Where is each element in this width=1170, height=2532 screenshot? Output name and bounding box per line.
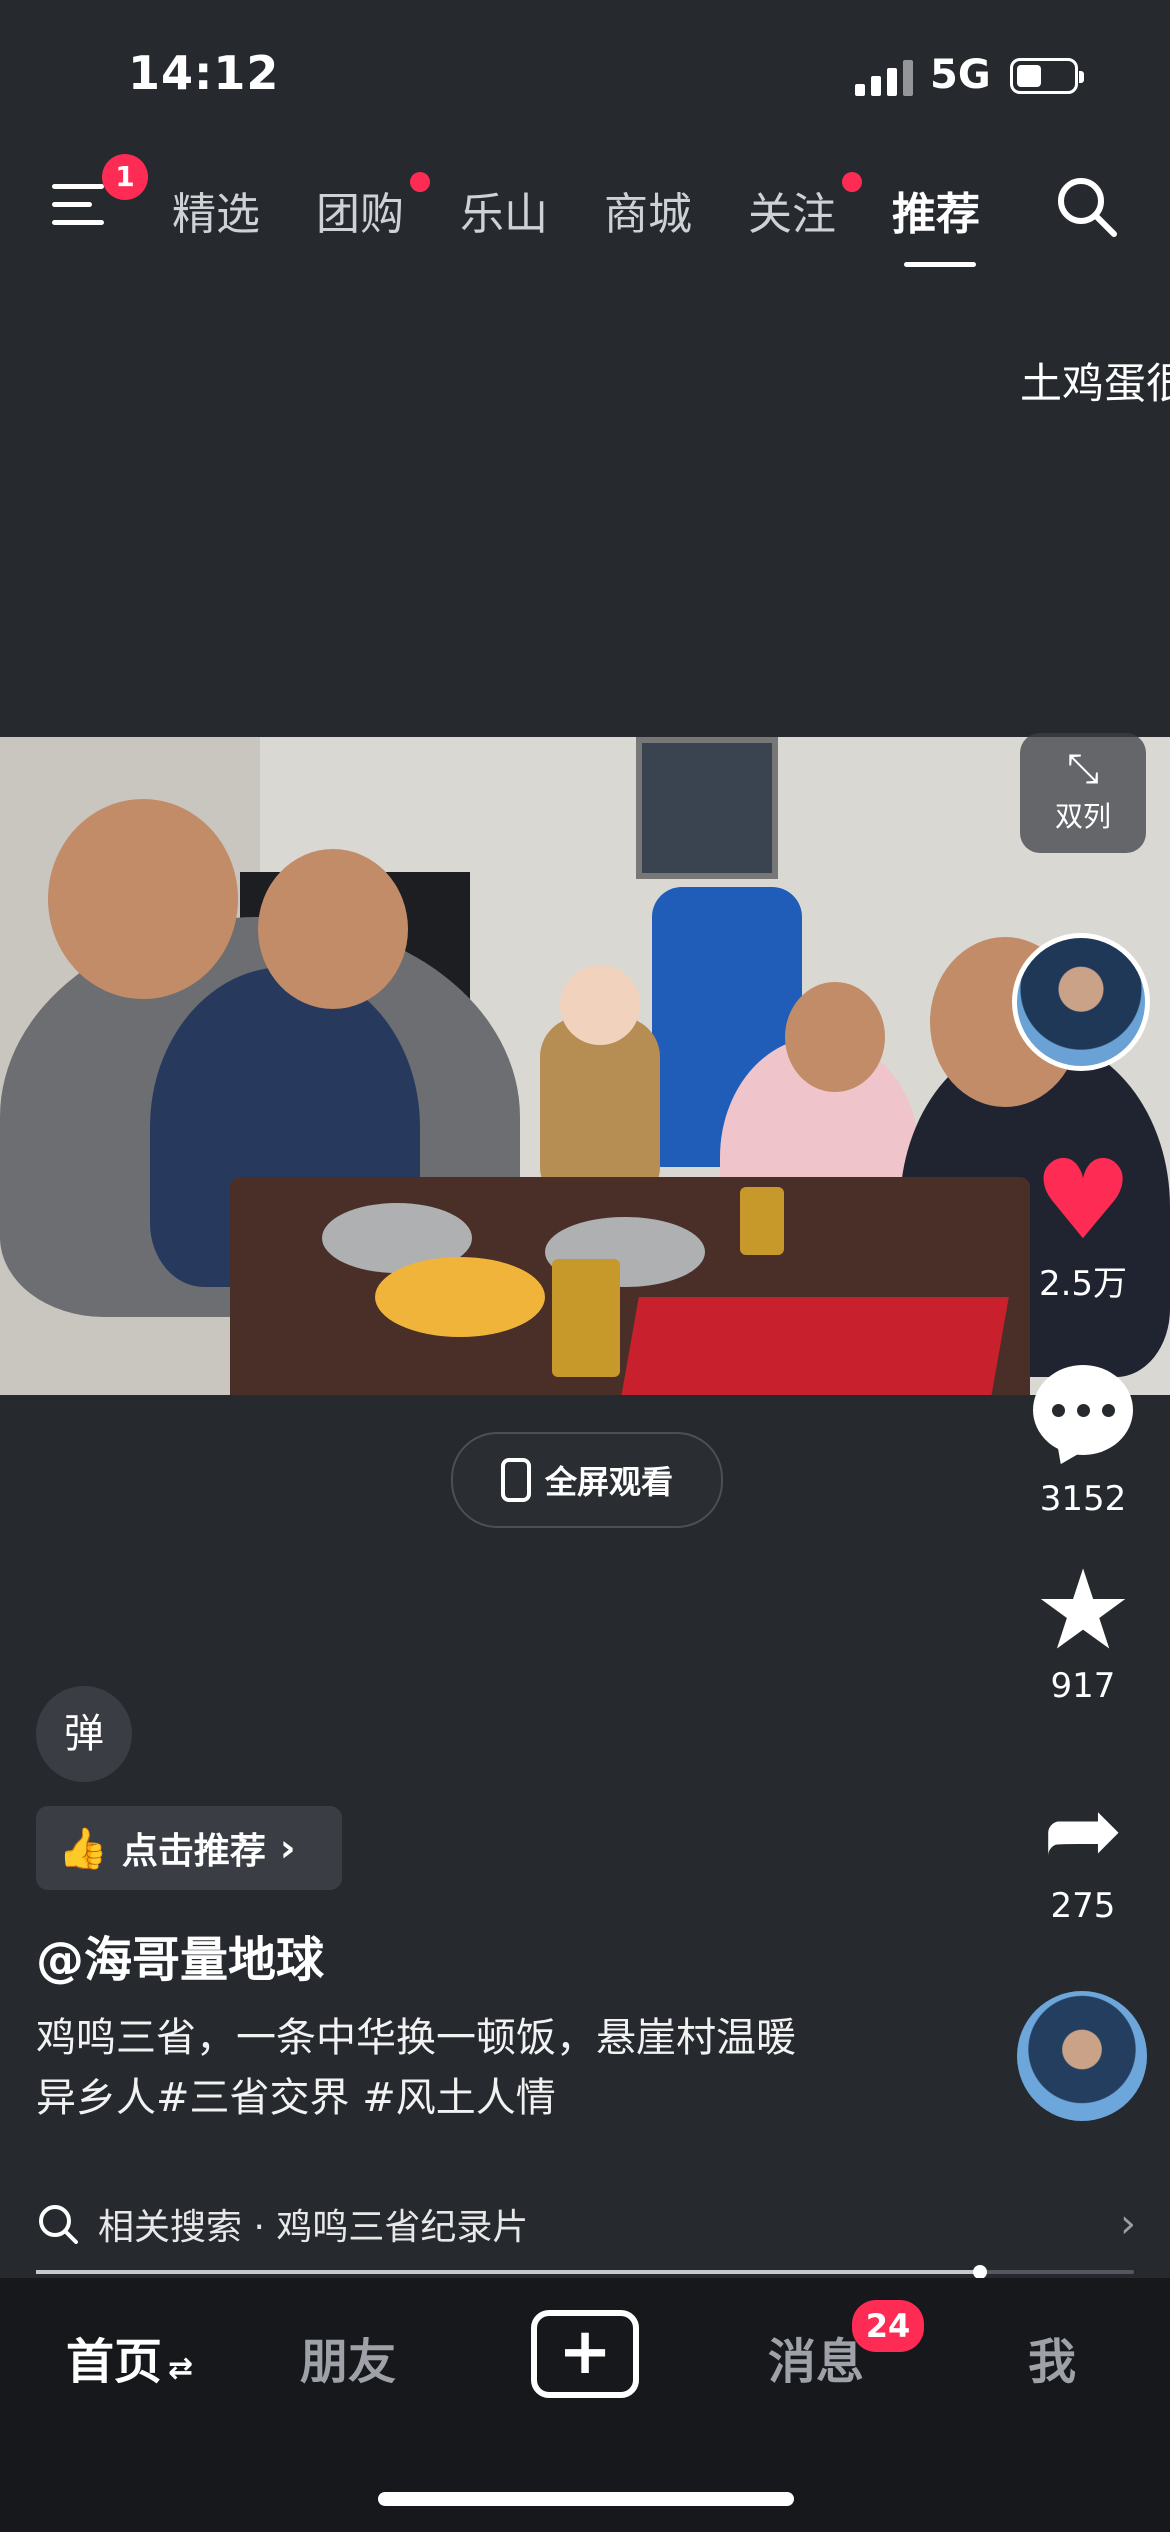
video-scene-window [636,737,778,879]
tab-friends[interactable]: 朋友 [300,2322,396,2392]
video-scene-head [258,849,408,1009]
video-scene-head [48,799,238,999]
caption-line[interactable]: 异乡人#三省交界 #风土人情 [36,2068,966,2128]
tab-label: 商城 [604,189,692,240]
rotate-phone-icon [500,1458,531,1502]
double-column-button[interactable]: ⤡ 双列 [1020,733,1146,853]
author-avatar[interactable] [1012,933,1150,1071]
menu-badge: 1 [102,154,148,200]
top-tabs: 精选 团购 乐山 商城 关注 推荐 [172,172,1036,242]
related-search-text: 相关搜索 · 鸡鸣三省纪录片 [98,2207,529,2248]
double-column-label: 双列 [1054,800,1111,833]
tab-leshan[interactable]: 乐山 [460,178,604,242]
tab-following[interactable]: 关注 [748,172,892,242]
progress-fill [36,2270,981,2274]
music-disc[interactable] [1017,1991,1147,2121]
comment-icon [1033,1365,1133,1455]
chevron-right-icon: › [1120,2201,1136,2247]
video-player[interactable] [0,737,1170,1395]
recommend-label: 点击推荐 [121,1831,266,1872]
battery-icon [1010,58,1084,94]
search-icon[interactable] [1054,174,1118,238]
chevron-right-icon: › [279,1826,296,1870]
video-scene-head [560,965,640,1045]
search-icon [39,2205,78,2244]
notification-dot [410,172,430,192]
network-type: 5G [930,52,991,98]
create-button[interactable]: + [531,2310,639,2398]
tab-home[interactable]: 首页 ⇄ [66,2322,193,2392]
video-scene-can [552,1259,620,1377]
video-scene-red-box [621,1297,1009,1395]
video-progress-bar[interactable] [36,2265,1134,2279]
fullscreen-label: 全屏观看 [544,1463,673,1501]
like-button[interactable]: ♥ 2.5万 [1020,1136,1146,1305]
progress-knob[interactable] [973,2265,988,2279]
tab-label: 精选 [172,189,260,240]
recommend-button[interactable]: 👍 点击推荐 › [36,1806,342,1890]
fullscreen-button[interactable]: 全屏观看 [451,1432,723,1528]
tab-label: 关注 [748,189,836,240]
tab-label: 推荐 [892,189,980,240]
tab-featured[interactable]: 精选 [172,178,316,242]
tab-group-buy[interactable]: 团购 [316,172,460,242]
notification-dot [842,172,862,192]
video-caption: 鸡鸣三省，一条中华换一顿饭，悬崖村温暖 异乡人#三省交界 #风土人情 [36,2008,966,2128]
danmaku-label: 弹 [64,1711,104,1757]
video-scene-head [785,982,885,1092]
menu-icon[interactable] [52,180,104,232]
collapse-icon: ⤡ [1067,746,1099,792]
signal-icon [855,58,913,96]
tab-me[interactable]: 我 [1028,2322,1076,2392]
heart-icon: ♥ [1033,1136,1133,1264]
share-button[interactable]: ➦ 275 [1020,1780,1146,1926]
video-scene-can [740,1187,784,1255]
caption-line: 鸡鸣三省，一条中华换一顿饭，悬崖村温暖 [36,2015,796,2061]
home-label: 首页 [66,2334,163,2390]
video-scene-food [375,1257,545,1337]
danmaku-toggle[interactable]: 弹 [36,1686,132,1782]
active-tab-indicator [904,262,976,267]
tab-recommended[interactable]: 推荐 [892,178,1036,242]
floating-comment-text: 土鸡蛋很 [1020,359,1170,408]
status-time: 14:12 [128,46,280,100]
messages-badge: 24 [852,2300,924,2352]
home-indicator [378,2492,794,2506]
favorite-button[interactable]: ★ 917 [1020,1546,1146,1706]
tab-label: 乐山 [460,189,548,240]
author-name[interactable]: @海哥量地球 [36,1920,324,1990]
plus-icon: + [558,2315,612,2389]
comment-count: 3152 [1039,1479,1127,1519]
tab-label: 团购 [316,189,404,240]
comment-button[interactable]: 3152 [1020,1365,1146,1519]
star-icon: ★ [1033,1546,1133,1674]
tab-mall[interactable]: 商城 [604,178,748,242]
tab-messages[interactable]: 消息 [768,2322,864,2392]
share-count: 275 [1050,1886,1116,1926]
related-search[interactable]: 相关搜索 · 鸡鸣三省纪录片 › [36,2196,1136,2252]
thumbs-up-icon: 👍 [58,1825,108,1872]
share-icon: ➦ [1042,1774,1124,1886]
switch-icon: ⇄ [168,2351,194,2386]
